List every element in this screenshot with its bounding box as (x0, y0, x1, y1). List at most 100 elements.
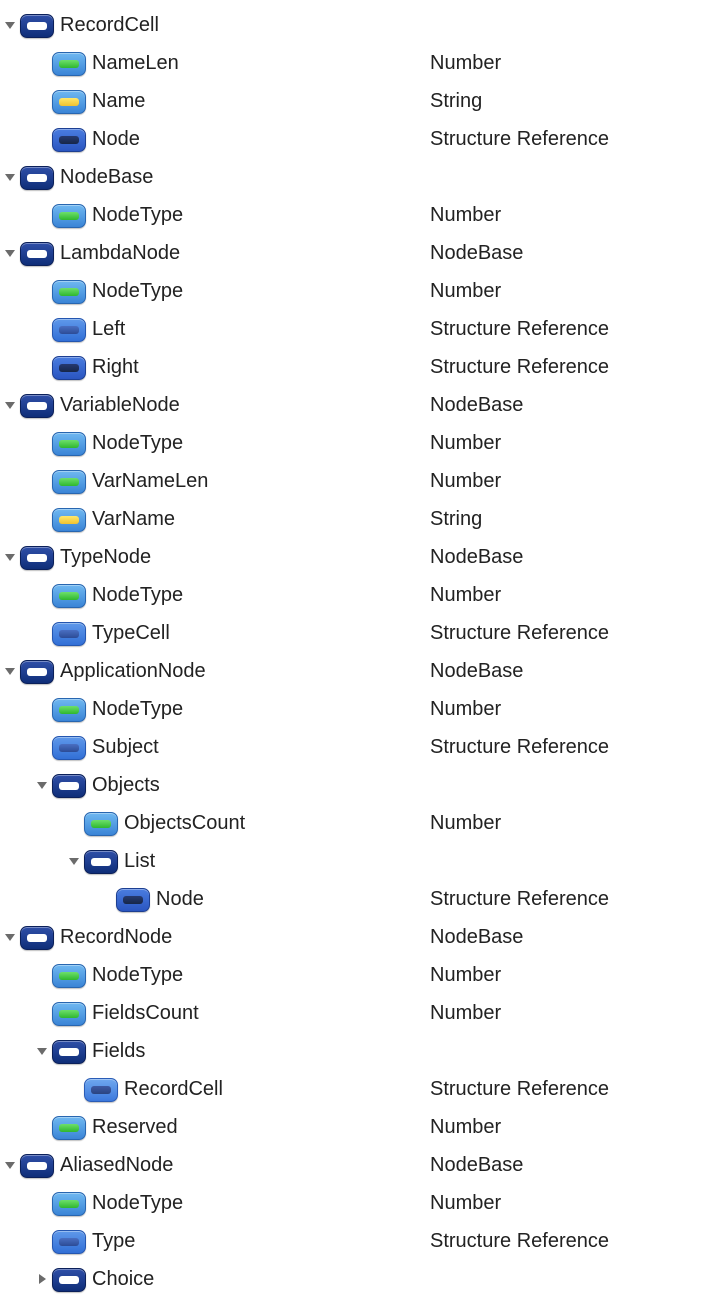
tree-row[interactable]: Objects (0, 766, 710, 804)
container-icon (52, 773, 86, 797)
field-type: NodeBase (430, 1154, 523, 1177)
tree-row[interactable]: LeftStructure Reference (0, 310, 710, 348)
string-icon (52, 89, 86, 113)
field-name: NodeType (92, 432, 183, 455)
container-icon (20, 1153, 54, 1177)
field-name: NodeType (92, 698, 183, 721)
disclosure-down-icon[interactable] (0, 399, 20, 411)
number-icon (52, 431, 86, 455)
field-type: Number (430, 584, 501, 607)
tree-row[interactable]: NodeStructure Reference (0, 120, 710, 158)
field-name: NodeType (92, 204, 183, 227)
field-name: NameLen (92, 52, 179, 75)
tree-row[interactable]: RightStructure Reference (0, 348, 710, 386)
field-type: Structure Reference (430, 888, 609, 911)
disclosure-down-icon[interactable] (0, 19, 20, 31)
field-type: Number (430, 52, 501, 75)
field-type: Structure Reference (430, 736, 609, 759)
tree-row[interactable]: NodeType Number (0, 424, 710, 462)
tree-row[interactable]: TypeNodeNodeBase (0, 538, 710, 576)
field-type: Structure Reference (430, 128, 609, 151)
field-type: Structure Reference (430, 1078, 609, 1101)
container-icon (20, 393, 54, 417)
disclosure-down-icon[interactable] (0, 551, 20, 563)
disclosure-down-icon[interactable] (32, 1045, 52, 1057)
field-name: LambdaNode (60, 242, 180, 265)
reflight-icon (84, 1077, 118, 1101)
tree-row[interactable]: Type Structure Reference (0, 1222, 710, 1260)
number-icon (52, 963, 86, 987)
tree-row[interactable]: SubjectStructure Reference (0, 728, 710, 766)
disclosure-down-icon[interactable] (0, 931, 20, 943)
disclosure-down-icon[interactable] (0, 247, 20, 259)
tree-row[interactable]: NameLen Number (0, 44, 710, 82)
container-icon (20, 241, 54, 265)
field-type: Structure Reference (430, 1230, 609, 1253)
disclosure-down-icon[interactable] (0, 1159, 20, 1171)
field-name: Reserved (92, 1116, 178, 1139)
tree-row[interactable]: NodeTypeNumber (0, 272, 710, 310)
field-name: VarName (92, 508, 175, 531)
tree-row[interactable]: ReservedNumber (0, 1108, 710, 1146)
tree-row[interactable]: Fields (0, 1032, 710, 1070)
tree-row[interactable]: NodeTypeNumber (0, 1184, 710, 1222)
field-name: Objects (92, 774, 160, 797)
disclosure-down-icon[interactable] (32, 779, 52, 791)
field-type: NodeBase (430, 394, 523, 417)
container-icon (20, 165, 54, 189)
tree-row[interactable]: VarNameLenNumber (0, 462, 710, 500)
field-type: Structure Reference (430, 318, 609, 341)
tree-row[interactable]: AliasedNodeNodeBase (0, 1146, 710, 1184)
tree-row[interactable]: ObjectsCountNumber (0, 804, 710, 842)
tree-row[interactable]: NodeTypeNumber (0, 576, 710, 614)
container-icon (84, 849, 118, 873)
tree-row[interactable]: ApplicationNode NodeBase (0, 652, 710, 690)
tree-row[interactable]: NameString (0, 82, 710, 120)
field-name: VariableNode (60, 394, 180, 417)
field-type: Structure Reference (430, 622, 609, 645)
tree-row[interactable]: RecordCell (0, 6, 710, 44)
container-icon (20, 659, 54, 683)
number-icon (52, 1191, 86, 1215)
tree-row[interactable]: VarNameString (0, 500, 710, 538)
number-icon (52, 51, 86, 75)
field-name: ApplicationNode (60, 660, 206, 683)
tree-row[interactable]: RecordNode NodeBase (0, 918, 710, 956)
field-name: VarNameLen (92, 470, 208, 493)
field-type: Number (430, 964, 501, 987)
field-name: FieldsCount (92, 1002, 199, 1025)
tree-row[interactable]: RecordCellStructure Reference (0, 1070, 710, 1108)
field-type: NodeBase (430, 926, 523, 949)
field-name: TypeCell (92, 622, 170, 645)
disclosure-right-icon[interactable] (32, 1273, 52, 1285)
field-name: Node (156, 888, 204, 911)
tree-row[interactable]: NodeTypeNumber (0, 956, 710, 994)
disclosure-down-icon[interactable] (0, 665, 20, 677)
field-name: Type (92, 1230, 135, 1253)
field-name: Choice (92, 1268, 154, 1291)
tree-row[interactable]: FieldsCountNumber (0, 994, 710, 1032)
tree-row[interactable]: LambdaNodeNodeBase (0, 234, 710, 272)
field-type: NodeBase (430, 660, 523, 683)
number-icon (84, 811, 118, 835)
tree-row[interactable]: NodeTypeNumber (0, 196, 710, 234)
tree-row[interactable]: TypeCell Structure Reference (0, 614, 710, 652)
number-icon (52, 583, 86, 607)
field-type: NodeBase (430, 546, 523, 569)
tree-row[interactable]: VariableNode NodeBase (0, 386, 710, 424)
tree-row[interactable]: Node Structure Reference (0, 880, 710, 918)
tree-row[interactable]: NodeBase (0, 158, 710, 196)
field-name: RecordNode (60, 926, 172, 949)
tree-row[interactable]: Choice (0, 1260, 710, 1298)
number-icon (52, 1115, 86, 1139)
tree-row[interactable]: NodeTypeNumber (0, 690, 710, 728)
container-icon (20, 545, 54, 569)
refmid-icon (52, 1229, 86, 1253)
disclosure-down-icon[interactable] (64, 855, 84, 867)
field-type: Number (430, 432, 501, 455)
tree-row[interactable]: List (0, 842, 710, 880)
field-type: Number (430, 280, 501, 303)
field-name: Fields (92, 1040, 145, 1063)
disclosure-down-icon[interactable] (0, 171, 20, 183)
field-name: NodeType (92, 1192, 183, 1215)
